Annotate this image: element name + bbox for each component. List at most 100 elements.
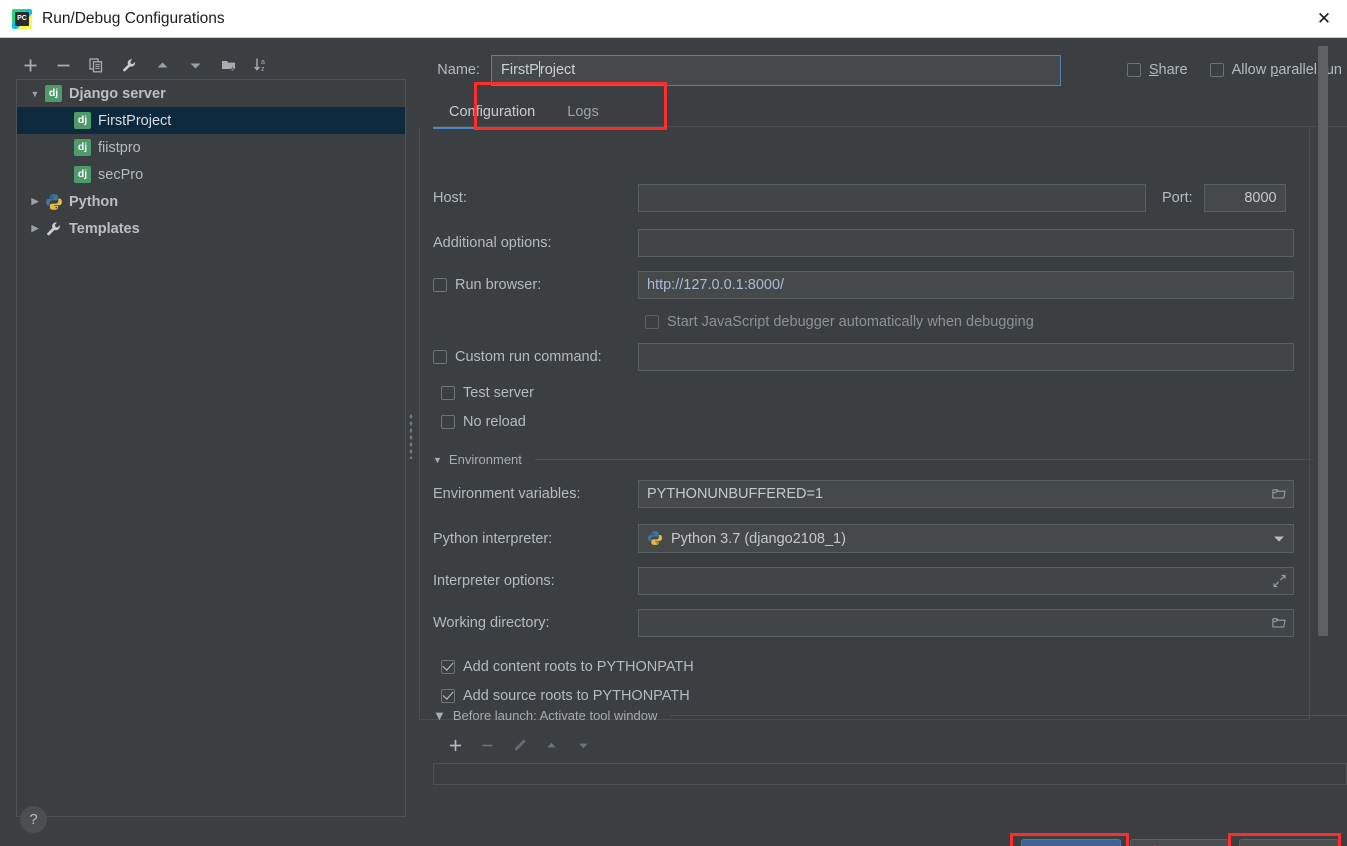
scrollbar-thumb[interactable] xyxy=(1318,46,1328,636)
python-interpreter-label: Python interpreter: xyxy=(433,531,638,547)
working-directory-label: Working directory: xyxy=(433,615,638,631)
svg-text:z: z xyxy=(261,66,265,73)
checkbox-box[interactable] xyxy=(441,689,455,703)
form-scrollbar[interactable] xyxy=(1318,46,1328,636)
wrench-icon xyxy=(45,220,63,238)
configuration-form: Host: Port: 8000 Additional options: Run… xyxy=(433,128,1333,703)
interpreter-options-input[interactable] xyxy=(638,567,1294,595)
configurations-toolbar: a z xyxy=(14,50,278,80)
title-bar: PC Run/Debug Configurations ✕ xyxy=(0,0,1347,38)
run-browser-url-value: http://127.0.0.1:8000/ xyxy=(647,277,784,293)
checkbox-box[interactable] xyxy=(441,660,455,674)
checkbox-box[interactable] xyxy=(1127,63,1141,77)
port-input[interactable]: 8000 xyxy=(1204,184,1286,212)
chevron-down-icon[interactable] xyxy=(1274,536,1284,541)
no-reload-checkbox[interactable]: No reload xyxy=(441,414,526,430)
cancel-button[interactable]: Cancel xyxy=(1130,839,1230,846)
triangle-up-icon[interactable] xyxy=(146,51,179,79)
environment-variables-input[interactable]: PYTHONUNBUFFERED=1 xyxy=(638,480,1294,508)
before-launch-header[interactable]: ▼ Before launch: Activate tool window xyxy=(433,708,1347,723)
run-browser-label: Run browser: xyxy=(455,277,541,293)
sort-az-icon[interactable]: a z xyxy=(245,51,278,79)
python-interpreter-row: Python interpreter: Python 3.7 (django21… xyxy=(433,524,1294,553)
before-launch-section: ▼ Before launch: Activate tool window xyxy=(433,708,1347,793)
task-move-down-button xyxy=(567,733,599,757)
custom-run-command-input[interactable] xyxy=(638,343,1294,371)
ok-button[interactable]: OK xyxy=(1021,839,1121,846)
add-content-roots-row: Add content roots to PYTHONPATH xyxy=(441,659,694,675)
js-debugger-checkbox[interactable]: Start JavaScript debugger automatically … xyxy=(645,314,1034,330)
additional-options-input[interactable] xyxy=(638,229,1294,257)
run-browser-row: Run browser: http://127.0.0.1:8000/ xyxy=(433,271,1294,299)
chevron-right-icon[interactable]: ▶ xyxy=(25,223,45,234)
share-checkbox[interactable]: Share xyxy=(1127,62,1188,78)
django-icon: dj xyxy=(74,166,91,183)
add-source-roots-label: Add source roots to PYTHONPATH xyxy=(463,688,690,703)
chevron-down-icon[interactable]: ▼ xyxy=(433,708,446,723)
before-launch-toolbar xyxy=(439,733,1347,757)
configurations-tree[interactable]: ▼ dj Django server ▼ dj FirstProject ▼ d… xyxy=(16,79,406,817)
host-input[interactable] xyxy=(638,184,1146,212)
tree-item-label: secPro xyxy=(98,167,143,183)
test-server-label: Test server xyxy=(463,385,534,401)
interpreter-options-row: Interpreter options: xyxy=(433,567,1294,595)
name-input[interactable]: FirstProject xyxy=(491,55,1061,86)
before-launch-title: Before launch: Activate tool window xyxy=(453,708,658,723)
close-icon[interactable]: ✕ xyxy=(1301,0,1347,37)
copy-icon[interactable] xyxy=(80,51,113,79)
remove-task-button xyxy=(471,733,503,757)
dialog-body: a z ▼ dj Django server ▼ dj FirstProject… xyxy=(0,38,1347,846)
folder-icon[interactable] xyxy=(1272,488,1286,501)
tree-item-templates[interactable]: ▶ Templates xyxy=(17,215,405,242)
help-button[interactable]: ? xyxy=(20,806,47,833)
run-browser-url-input[interactable]: http://127.0.0.1:8000/ xyxy=(638,271,1294,299)
test-server-checkbox[interactable]: Test server xyxy=(441,385,534,401)
working-directory-input[interactable] xyxy=(638,609,1294,637)
pane-splitter[interactable] xyxy=(407,38,415,846)
header-checkboxes: Share Allow parallel run xyxy=(1127,49,1342,91)
tree-item-firstproject[interactable]: ▼ dj FirstProject xyxy=(17,107,405,134)
tab-configuration[interactable]: Configuration xyxy=(433,97,551,127)
additional-options-row: Additional options: xyxy=(433,229,1294,257)
add-configuration-button[interactable] xyxy=(14,51,47,79)
svg-text:a: a xyxy=(261,59,265,66)
triangle-down-icon[interactable] xyxy=(179,51,212,79)
test-server-row: Test server xyxy=(441,385,534,401)
environment-section-header[interactable]: ▼ Environment xyxy=(433,452,1313,467)
checkbox-box[interactable] xyxy=(433,278,447,292)
chevron-down-icon[interactable]: ▼ xyxy=(25,89,45,99)
expand-icon[interactable] xyxy=(1273,575,1286,588)
pycharm-logo-icon: PC xyxy=(12,9,32,29)
django-icon: dj xyxy=(45,85,62,102)
folder-icon[interactable] xyxy=(1272,617,1286,630)
checkbox-box[interactable] xyxy=(1210,63,1224,77)
port-label: Port: xyxy=(1162,190,1193,206)
checkbox-box[interactable] xyxy=(645,315,659,329)
remove-configuration-button[interactable] xyxy=(47,51,80,79)
wrench-icon[interactable] xyxy=(113,51,146,79)
checkbox-box[interactable] xyxy=(441,386,455,400)
add-source-roots-checkbox[interactable]: Add source roots to PYTHONPATH xyxy=(441,688,690,703)
python-interpreter-dropdown[interactable]: Python 3.7 (django2108_1) xyxy=(638,524,1294,553)
tree-item-label: Django server xyxy=(69,86,166,102)
chevron-down-icon[interactable]: ▼ xyxy=(433,455,442,465)
name-label: Name: xyxy=(420,62,480,78)
tree-item-python[interactable]: ▶ Python xyxy=(17,188,405,215)
before-launch-task-list[interactable] xyxy=(433,763,1347,785)
tab-logs[interactable]: Logs xyxy=(551,97,614,127)
tree-item-secpro[interactable]: ▼ dj secPro xyxy=(17,161,405,188)
tree-item-django-server[interactable]: ▼ dj Django server xyxy=(17,80,405,107)
tree-item-fiistpro[interactable]: ▼ dj fiistpro xyxy=(17,134,405,161)
apply-button[interactable]: Apply xyxy=(1239,839,1339,846)
custom-run-command-checkbox[interactable]: Custom run command: xyxy=(433,349,638,365)
add-task-button[interactable] xyxy=(439,733,471,757)
django-icon: dj xyxy=(74,139,91,156)
checkbox-box[interactable] xyxy=(433,350,447,364)
checkbox-box[interactable] xyxy=(441,415,455,429)
host-row: Host: Port: 8000 xyxy=(433,184,1286,212)
run-browser-checkbox[interactable]: Run browser: xyxy=(433,277,638,293)
python-icon xyxy=(647,530,665,548)
add-content-roots-checkbox[interactable]: Add content roots to PYTHONPATH xyxy=(441,659,694,675)
folder-add-icon[interactable] xyxy=(212,51,245,79)
chevron-right-icon[interactable]: ▶ xyxy=(25,196,45,207)
